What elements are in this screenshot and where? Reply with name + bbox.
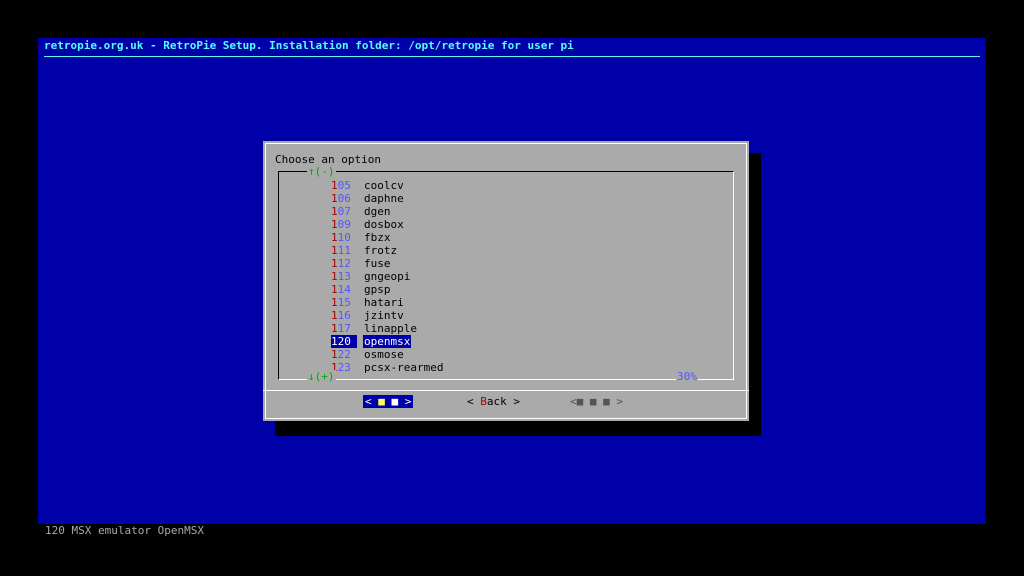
menu-item-tag-hotkey: 1	[331, 270, 338, 283]
menu-item-tag: 110	[331, 231, 357, 244]
menu-item[interactable]: 105 coolcv	[331, 179, 444, 192]
menu-item-label: jzintv	[364, 309, 404, 322]
menu-item-label: fuse	[364, 257, 391, 270]
menu-item-tag: 113	[331, 270, 357, 283]
menu-item-tag: 120	[331, 335, 357, 348]
menu-item[interactable]: 122 osmose	[331, 348, 444, 361]
menu-item-tag-hotkey: 1	[331, 192, 338, 205]
backtitle-divider	[44, 56, 980, 57]
menu-item-label: hatari	[364, 296, 404, 309]
menu-item-tag-rest: 10	[337, 231, 351, 244]
menu-item-tag: 112	[331, 257, 357, 270]
menu-item-tag-hotkey: 1	[331, 218, 338, 231]
menu-item[interactable]: 107 dgen	[331, 205, 444, 218]
menu-item-tag-hotkey: 1	[331, 205, 338, 218]
back-hotkey: B	[480, 395, 487, 408]
scroll-down-indicator[interactable]: ↓(+)	[307, 370, 336, 383]
menu-item[interactable]: 106 daphne	[331, 192, 444, 205]
menu-item-tag: 109	[331, 218, 357, 231]
menu-item-tag-hotkey: 1	[331, 179, 338, 192]
menu-item-tag-rest: 16	[337, 309, 351, 322]
menu-item-label: osmose	[364, 348, 404, 361]
ok-right: >	[398, 395, 412, 408]
menu-item-label: frotz	[364, 244, 398, 257]
menu-item-tag-hotkey: 1	[331, 244, 338, 257]
menu-item-tag-rest: 11	[337, 244, 351, 257]
menu-dialog: Choose an option ↑(-) 105 coolcv 106 daphne…	[263, 141, 749, 421]
menu-item-tag-hotkey: 1	[331, 322, 338, 335]
button-bar: < ■ ■ > < Back > <■ ■ ■ >	[263, 395, 749, 411]
menu-item-selected[interactable]: 120 openmsx	[331, 335, 444, 348]
button-separator	[263, 390, 749, 391]
menu-item-tag-hotkey: 1	[331, 348, 338, 361]
menu-item[interactable]: 111 frotz	[331, 244, 444, 257]
menu-item[interactable]: 123 pcsx-rearmed	[331, 361, 444, 374]
backtitle: retropie.org.uk - RetroPie Setup. Instal…	[44, 39, 574, 52]
extra-button[interactable]: <■ ■ ■ >	[568, 395, 625, 408]
menu-item-tag-rest: 05	[337, 179, 351, 192]
back-rest: ack	[486, 395, 507, 408]
menu-item-tag-rest: 17	[337, 322, 351, 335]
menu-item-tag: 105	[331, 179, 357, 192]
menu-item-label: daphne	[364, 192, 404, 205]
menu-item-tag-rest: 12	[337, 257, 351, 270]
menu-list: 105 coolcv 106 daphne 107 dgen 109 dosbox 110 fbz…	[331, 179, 444, 374]
menu-item[interactable]: 110 fbzx	[331, 231, 444, 244]
menu-item-label: linapple	[364, 322, 417, 335]
menu-item-label: gpsp	[364, 283, 391, 296]
ok-hotkey: ■	[378, 395, 385, 408]
menu-item-label: coolcv	[364, 179, 404, 192]
menu-item-label: pcsx-rearmed	[364, 361, 444, 374]
menu-item-tag-rest: 20	[337, 335, 351, 348]
ok-button[interactable]: < ■ ■ >	[363, 395, 414, 408]
menu-item-label: fbzx	[364, 231, 391, 244]
back-right: >	[506, 395, 520, 408]
menu-item-tag-hotkey: 1	[331, 257, 338, 270]
menu-item-tag-hotkey: 1	[331, 335, 338, 348]
menu-item-tag-rest: 07	[337, 205, 351, 218]
menu-item-tag-rest: 13	[337, 270, 351, 283]
menu-item-tag-hotkey: 1	[331, 296, 338, 309]
menu-item-tag: 115	[331, 296, 357, 309]
menu-item-tag-hotkey: 1	[331, 309, 338, 322]
status-line: 120 MSX emulator OpenMSX	[45, 524, 204, 537]
menu-item-label: openmsx	[363, 335, 412, 348]
menu-item-tag: 116	[331, 309, 357, 322]
menu-item-tag: 122	[331, 348, 357, 361]
menu-item-tag: 107	[331, 205, 357, 218]
menu-item-label: dgen	[364, 205, 391, 218]
scroll-up-indicator[interactable]: ↑(-)	[307, 165, 336, 178]
menu-item[interactable]: 113 gngeopi	[331, 270, 444, 283]
menu-item[interactable]: 114 gpsp	[331, 283, 444, 296]
menu-item-tag-rest: 22	[337, 348, 351, 361]
menu-item[interactable]: 117 linapple	[331, 322, 444, 335]
menu-item-tag: 117	[331, 322, 357, 335]
terminal-screen: retropie.org.uk - RetroPie Setup. Instal…	[38, 38, 986, 524]
menu-item-tag-hotkey: 1	[331, 231, 338, 244]
menu-item[interactable]: 112 fuse	[331, 257, 444, 270]
menu-item-tag-hotkey: 1	[331, 283, 338, 296]
menu-item[interactable]: 115 hatari	[331, 296, 444, 309]
menu-item[interactable]: 116 jzintv	[331, 309, 444, 322]
menu-item-label: dosbox	[364, 218, 404, 231]
menu-item-label: gngeopi	[364, 270, 411, 283]
scroll-percentage: 30%	[676, 370, 698, 383]
menu-item-tag-rest: 06	[337, 192, 351, 205]
ok-left: <	[365, 395, 379, 408]
menu-item-tag: 106	[331, 192, 357, 205]
ok-rest: ■	[384, 395, 399, 408]
menu-item-tag: 114	[331, 283, 357, 296]
menu-item-tag-rest: 09	[337, 218, 351, 231]
menu-item-tag-rest: 14	[337, 283, 351, 296]
back-left: <	[467, 395, 481, 408]
menu-item-tag-rest: 15	[337, 296, 351, 309]
menu-list-box[interactable]: ↑(-) 105 coolcv 106 daphne 107 dgen 109 dosbox 1…	[278, 165, 734, 383]
back-button[interactable]: < Back >	[465, 395, 522, 408]
menu-item-tag: 111	[331, 244, 357, 257]
menu-item[interactable]: 109 dosbox	[331, 218, 444, 231]
menu-item-tag-rest: 23	[337, 361, 351, 374]
